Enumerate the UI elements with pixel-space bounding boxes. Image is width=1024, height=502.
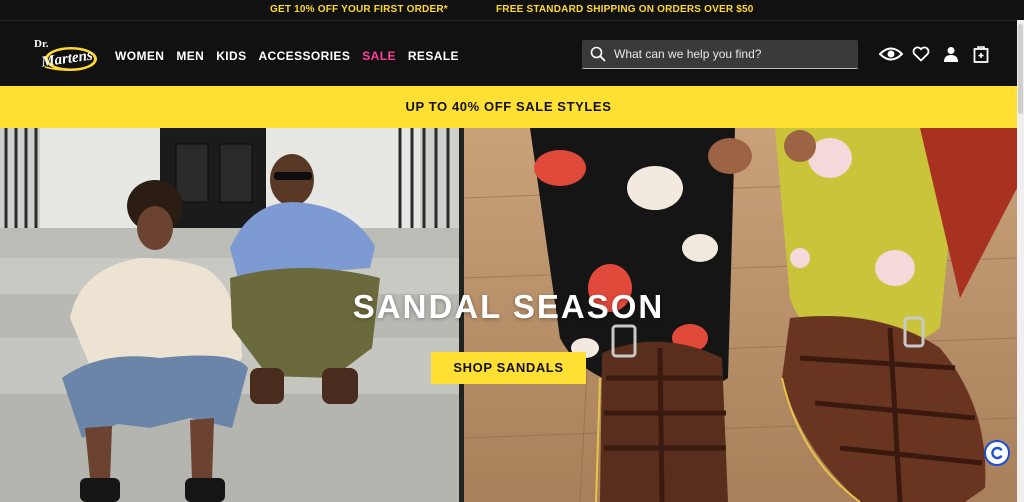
nav-men[interactable]: MEN — [176, 49, 204, 63]
search-input[interactable] — [612, 46, 846, 62]
sale-banner[interactable]: UP TO 40% OFF SALE STYLES — [0, 86, 1017, 128]
heart-icon[interactable] — [906, 43, 936, 65]
scrollbar-thumb[interactable] — [1018, 24, 1023, 114]
promo-bar: GET 10% OFF YOUR FIRST ORDER* FREE STAND… — [0, 0, 1024, 20]
search-box[interactable] — [582, 40, 858, 69]
hero-banner[interactable]: SANDAL SEASON SHOP SANDALS — [0, 128, 1017, 502]
main-nav: WOMEN MEN KIDS ACCESSORIES SALE RESALE — [115, 49, 471, 63]
svg-text:Dr.: Dr. — [34, 38, 49, 50]
utility-icons — [876, 43, 996, 65]
nav-resale[interactable]: RESALE — [408, 49, 459, 63]
shop-sandals-button[interactable]: SHOP SANDALS — [431, 352, 586, 384]
hero-title: SANDAL SEASON — [352, 288, 665, 325]
account-icon[interactable] — [936, 43, 966, 65]
eye-icon[interactable] — [876, 43, 906, 65]
site-header: Dr. Martens WOMEN MEN KIDS ACCESSORIES S… — [0, 20, 1024, 87]
nav-women[interactable]: WOMEN — [115, 49, 164, 63]
brand-logo[interactable]: Dr. Martens — [31, 34, 101, 74]
promo-free-shipping[interactable]: FREE STANDARD SHIPPING ON ORDERS OVER $5… — [496, 4, 754, 15]
nav-sale[interactable]: SALE — [362, 49, 396, 63]
accessibility-widget-icon[interactable] — [984, 440, 1010, 466]
nav-accessories[interactable]: ACCESSORIES — [258, 49, 350, 63]
bag-icon[interactable] — [966, 43, 996, 65]
search-icon — [590, 46, 606, 62]
promo-first-order[interactable]: GET 10% OFF YOUR FIRST ORDER* — [270, 4, 448, 15]
nav-kids[interactable]: KIDS — [216, 49, 246, 63]
